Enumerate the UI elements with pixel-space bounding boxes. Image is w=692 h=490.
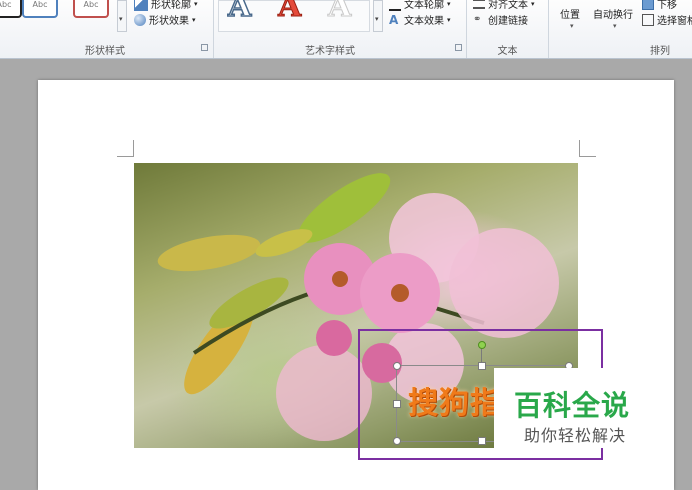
group-divider	[213, 0, 214, 58]
chevron-down-icon: ▾	[447, 15, 451, 24]
group-label-wordart-styles: 艺术字样式	[305, 46, 355, 57]
chevron-down-icon: ▾	[613, 22, 617, 30]
link-icon: ⚭	[473, 13, 482, 25]
position-button[interactable]: 位置	[560, 6, 580, 21]
send-backward-icon	[642, 0, 654, 10]
resize-handle-top-left[interactable]	[393, 362, 401, 370]
align-text-button[interactable]: 对齐文本 ▾	[473, 0, 535, 11]
wordart-style-outline[interactable]: A	[227, 0, 252, 22]
watermark-logo: 百科全说 助你轻松解决	[494, 368, 654, 448]
group-label-arrange: 排列	[650, 46, 670, 57]
more-icon: ▾	[119, 15, 123, 23]
shape-style-sample-blue[interactable]: Abc	[22, 0, 58, 18]
group-label-shape-styles: 形状样式	[85, 46, 125, 57]
chevron-down-icon: ▾	[194, 0, 198, 8]
dialog-launcher-icon[interactable]	[201, 44, 208, 51]
shape-style-sample-dark[interactable]: Abc	[0, 0, 22, 18]
create-link-button[interactable]: ⚭ 创建链接	[473, 12, 528, 28]
text-effects-icon: A	[389, 12, 399, 27]
align-text-icon	[473, 0, 485, 9]
group-label-text: 文本	[497, 46, 518, 57]
selection-pane-button[interactable]: 选择窗格	[642, 12, 692, 27]
group-divider	[466, 0, 467, 58]
chevron-down-icon: ▾	[570, 22, 574, 30]
shape-effects-button[interactable]: 形状效果 ▾	[134, 12, 196, 27]
group-divider	[548, 0, 549, 58]
dialog-launcher-icon[interactable]	[455, 44, 462, 51]
pen-icon	[134, 0, 148, 11]
selection-pane-icon	[642, 13, 654, 26]
shape-style-sample-red[interactable]: Abc	[73, 0, 109, 18]
wrap-text-button[interactable]: 自动换行	[593, 6, 633, 21]
shape-effects-icon	[134, 13, 146, 26]
margin-mark-top-left	[117, 140, 134, 157]
wordart-style-light[interactable]: A	[327, 0, 351, 22]
watermark-subtitle: 助你轻松解决	[524, 426, 627, 445]
shape-outline-button[interactable]: 形状轮廓 ▾	[134, 0, 198, 11]
resize-handle-left[interactable]	[393, 400, 401, 408]
resize-handle-top[interactable]	[478, 362, 486, 370]
wordart-style-red[interactable]: A	[277, 0, 301, 22]
resize-handle-bottom-left[interactable]	[393, 437, 401, 445]
chevron-down-icon: ▾	[192, 15, 196, 24]
ribbon: Abc Abc Abc ▾ 形状轮廓 ▾ 形状效果 ▾ 形状样式 A A A ▾…	[0, 0, 692, 59]
wordart-gallery-scroll[interactable]: ▾	[373, 0, 383, 32]
resize-handle-bottom[interactable]	[478, 437, 486, 445]
rotate-handle[interactable]	[478, 341, 486, 349]
chevron-down-icon: ▾	[447, 0, 451, 8]
chevron-down-icon: ▾	[531, 0, 535, 8]
margin-mark-top-right	[579, 140, 596, 157]
watermark-title: 百科全说	[514, 389, 631, 422]
text-outline-icon	[389, 0, 401, 11]
send-backward-button[interactable]: 下移	[642, 0, 677, 11]
more-icon: ▾	[375, 15, 379, 23]
text-outline-button[interactable]: 文本轮廓 ▾	[389, 0, 451, 11]
text-effects-button[interactable]: A 文本效果 ▾	[389, 12, 451, 28]
gallery-scroll[interactable]: ▾	[117, 0, 127, 32]
rotation-stem	[481, 347, 482, 363]
